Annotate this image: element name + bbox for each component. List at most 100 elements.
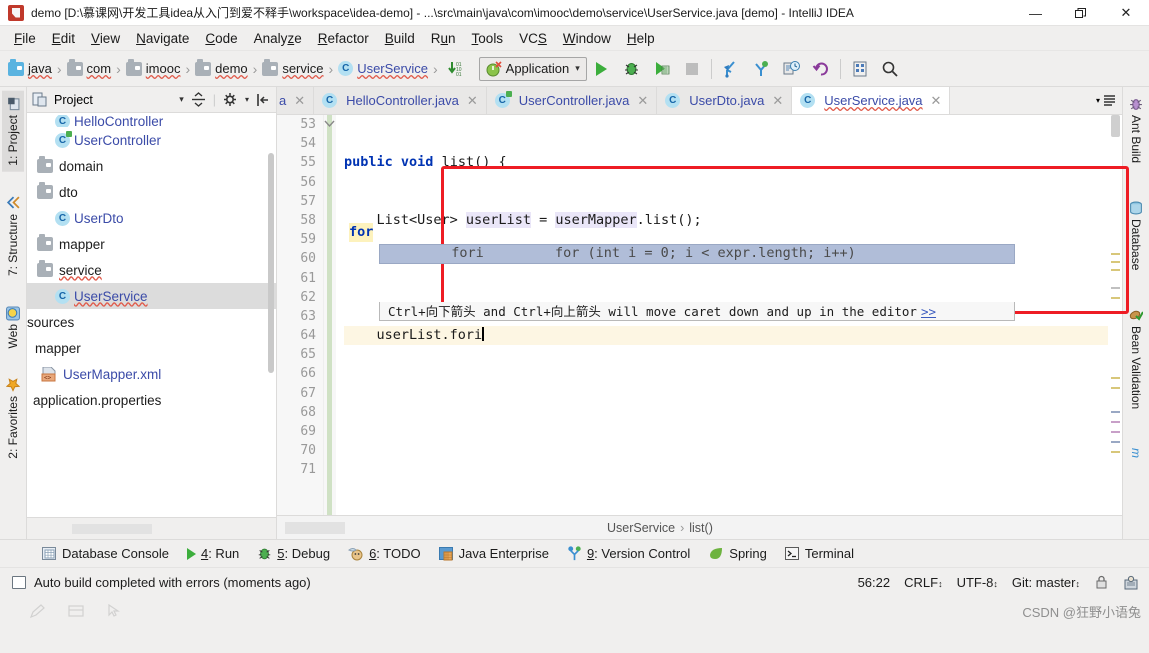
run-configuration-selector[interactable]: Application ▾ xyxy=(478,56,587,81)
tool-button-spring[interactable]: Spring xyxy=(708,546,767,561)
close-icon[interactable]: ✕ xyxy=(931,93,942,109)
breadcrumb-class[interactable]: UserService xyxy=(607,521,675,535)
tree-item-resources-mapper[interactable]: mapper xyxy=(27,335,276,361)
editor-tab-partial[interactable]: a ✕ xyxy=(277,87,315,114)
breadcrumb-imooc[interactable]: imooc xyxy=(124,58,183,76)
show-history-button[interactable] xyxy=(776,55,806,83)
info-marker[interactable] xyxy=(1111,287,1120,289)
warning-marker[interactable] xyxy=(1111,451,1120,453)
menu-analyze[interactable]: Analyze xyxy=(246,29,310,48)
tool-button-version-control[interactable]: 9: Version Control xyxy=(567,546,690,561)
close-icon[interactable]: ✕ xyxy=(772,93,783,109)
editor-marker-bar[interactable] xyxy=(1108,115,1122,515)
update-project-button[interactable] xyxy=(716,55,746,83)
menu-navigate[interactable]: Navigate xyxy=(128,29,197,48)
menu-tools[interactable]: Tools xyxy=(464,29,512,48)
warning-marker[interactable] xyxy=(1111,377,1120,379)
caret-position[interactable]: 56:22 xyxy=(858,575,891,590)
scroll-from-source-button[interactable]: 01 10 01 xyxy=(441,55,471,83)
warning-marker[interactable] xyxy=(1111,253,1120,255)
close-button[interactable]: ✕ xyxy=(1103,0,1149,26)
tool-button-run[interactable]: 4: Run xyxy=(186,546,239,561)
tree-item-usermapper-xml[interactable]: <> UserMapper.xml xyxy=(27,361,276,387)
sidebar-tab-ant-build[interactable]: Ant Build xyxy=(1125,91,1147,169)
close-icon[interactable]: ✕ xyxy=(294,93,305,109)
warning-marker[interactable] xyxy=(1111,269,1120,271)
editor-tab-hellocontroller[interactable]: C HelloController.java ✕ xyxy=(314,87,487,114)
warning-marker[interactable] xyxy=(1111,261,1120,263)
menu-build[interactable]: Build xyxy=(377,29,423,48)
tree-item-hellocontroller[interactable]: C HelloController xyxy=(27,115,276,127)
completion-hint-link[interactable]: >> xyxy=(921,302,936,321)
sidebar-tab-database[interactable]: Database xyxy=(1125,195,1147,276)
usage-marker[interactable] xyxy=(1111,431,1120,433)
tree-item-dto[interactable]: dto xyxy=(27,179,276,205)
fold-collapse-icon[interactable] xyxy=(324,118,335,129)
usage-marker[interactable] xyxy=(1111,441,1120,443)
menu-help[interactable]: Help xyxy=(619,29,663,48)
chevron-down-icon[interactable]: ▾ xyxy=(179,94,184,105)
tool-button-terminal[interactable]: Terminal xyxy=(784,546,854,561)
tree-item-usercontroller[interactable]: C UserController xyxy=(27,127,276,153)
sidebar-tab-bean-validation[interactable]: Bean Validation xyxy=(1125,302,1147,415)
tree-item-service[interactable]: service xyxy=(27,257,276,283)
run-with-coverage-button[interactable] xyxy=(647,55,677,83)
warning-marker[interactable] xyxy=(1111,387,1120,389)
sidebar-tab-favorites[interactable]: 2: Favorites xyxy=(2,372,24,465)
hide-panel-icon[interactable] xyxy=(256,93,270,107)
usage-marker[interactable] xyxy=(1111,421,1120,423)
line-separator-selector[interactable]: CRLF↕ xyxy=(904,575,942,590)
menu-view[interactable]: View xyxy=(83,29,128,48)
breadcrumb-com[interactable]: com xyxy=(65,58,114,76)
minimize-button[interactable]: — xyxy=(1013,0,1058,26)
maximize-button[interactable] xyxy=(1058,0,1103,26)
settings-button[interactable] xyxy=(845,55,875,83)
tree-item-userdto[interactable]: C UserDto xyxy=(27,205,276,231)
tool-button-debug[interactable]: 5: Debug xyxy=(257,546,330,561)
editor-tab-menu[interactable]: ▾ xyxy=(1090,87,1122,114)
breadcrumb-service[interactable]: service xyxy=(260,58,325,76)
debug-button[interactable] xyxy=(617,55,647,83)
collapse-all-icon[interactable] xyxy=(191,92,206,107)
menu-refactor[interactable]: Refactor xyxy=(310,29,377,48)
gear-icon[interactable] xyxy=(223,92,238,107)
breadcrumb-userservice[interactable]: C UserService xyxy=(336,61,430,76)
encoding-selector[interactable]: UTF-8↕ xyxy=(957,575,998,590)
menu-vcs[interactable]: VCS xyxy=(511,29,555,48)
code-text[interactable]: public void list() { List<User> userList… xyxy=(336,115,1108,515)
tree-item-mapper[interactable]: mapper xyxy=(27,231,276,257)
editor-tab-userservice[interactable]: C UserService.java ✕ xyxy=(792,87,951,114)
run-button[interactable] xyxy=(587,55,617,83)
breadcrumb-method[interactable]: list() xyxy=(689,521,713,535)
code-editor[interactable]: 53 54 55 56 57 58 59 60 61 62 63 64 65 6… xyxy=(277,115,1122,515)
sidebar-tab-structure[interactable]: 7: Structure xyxy=(2,190,24,282)
tool-button-database-console[interactable]: Database Console xyxy=(42,546,169,561)
search-everywhere-button[interactable] xyxy=(875,55,905,83)
breadcrumb-demo[interactable]: demo xyxy=(193,58,250,76)
completion-item-fori[interactable]: fori for (int i = 0; i < expr.length; i+… xyxy=(379,244,1015,264)
tool-button-java-enterprise[interactable]: Java Enterprise xyxy=(438,546,549,561)
tree-item-domain[interactable]: domain xyxy=(27,153,276,179)
sidebar-tab-maven[interactable]: m xyxy=(1125,442,1147,464)
tree-item-userservice[interactable]: C UserService xyxy=(27,283,276,309)
code-completion-popup[interactable]: fori for (int i = 0; i < expr.length; i+… xyxy=(379,206,1015,322)
rollback-button[interactable] xyxy=(806,55,836,83)
menu-file[interactable]: FFileile xyxy=(6,29,44,48)
tree-item-resources[interactable]: sources xyxy=(27,309,276,335)
breadcrumb-java[interactable]: java xyxy=(6,58,54,76)
sidebar-tab-project[interactable]: 1: Project xyxy=(2,91,24,172)
scrollbar-thumb[interactable] xyxy=(1111,115,1120,137)
project-tree[interactable]: C HelloController C UserController domai… xyxy=(27,113,276,517)
editor-tab-userdto[interactable]: C UserDto.java ✕ xyxy=(657,87,793,114)
lock-icon[interactable] xyxy=(1094,575,1109,590)
usage-marker[interactable] xyxy=(1111,411,1120,413)
close-icon[interactable]: ✕ xyxy=(637,93,648,109)
menu-code[interactable]: Code xyxy=(197,29,245,48)
stop-button[interactable] xyxy=(677,55,707,83)
commit-button[interactable] xyxy=(746,55,776,83)
close-icon[interactable]: ✕ xyxy=(467,93,478,109)
warning-marker[interactable] xyxy=(1111,297,1120,299)
code-folding-strip[interactable] xyxy=(324,115,336,515)
tool-button-todo[interactable]: 6: TODO xyxy=(348,546,421,561)
git-branch-selector[interactable]: Git: master↕ xyxy=(1012,575,1080,590)
